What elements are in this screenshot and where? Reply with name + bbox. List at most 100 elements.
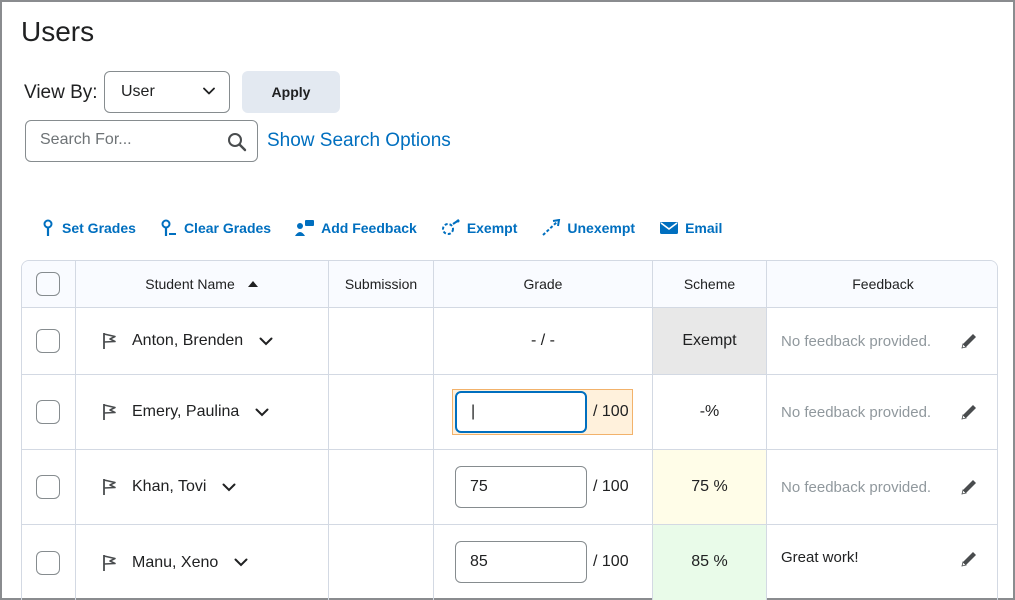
submission-cell bbox=[329, 308, 434, 374]
flag-icon[interactable] bbox=[102, 554, 118, 572]
grade-cell: - / - bbox=[434, 308, 653, 374]
grades-table: Student Name Submission Grade Scheme Fee… bbox=[21, 260, 998, 600]
search-input[interactable] bbox=[40, 131, 220, 149]
action-toolbar: Set Grades Clear Grades Add Feedback Exe… bbox=[40, 216, 746, 240]
unexempt-button[interactable]: Unexempt bbox=[541, 219, 635, 237]
header-feedback: Feedback bbox=[767, 261, 997, 307]
table-row: Manu, Xeno 85 / 100 85 % Great work! bbox=[22, 525, 997, 600]
header-grade: Grade bbox=[434, 261, 653, 307]
view-by-label: View By: bbox=[24, 82, 98, 103]
search-icon[interactable] bbox=[227, 132, 247, 152]
table-row: Emery, Paulina | / 100 -% No feedback pr… bbox=[22, 375, 997, 450]
pencil-icon[interactable] bbox=[959, 402, 979, 422]
view-by-selected: User bbox=[121, 83, 155, 100]
grade-input-value: 75 bbox=[470, 478, 488, 495]
feedback-cell: Great work! bbox=[767, 525, 997, 600]
clear-grades-label: Clear Grades bbox=[183, 220, 272, 236]
header-scheme-label: Scheme bbox=[683, 276, 736, 292]
row-select-cell bbox=[22, 375, 76, 449]
scheme-cell: 75 % bbox=[653, 450, 767, 524]
apply-button[interactable]: Apply bbox=[242, 71, 340, 113]
exempt-label: Exempt bbox=[466, 220, 518, 236]
unexempt-icon bbox=[542, 219, 561, 236]
student-name-cell: Manu, Xeno bbox=[76, 525, 329, 600]
feedback-text: Great work! bbox=[781, 549, 859, 566]
table-row: Anton, Brenden - / - Exempt No feedback … bbox=[22, 308, 997, 375]
feedback-cell: No feedback provided. bbox=[767, 308, 997, 374]
grade-text: - / - bbox=[531, 332, 555, 349]
chevron-down-icon[interactable] bbox=[255, 408, 269, 417]
sort-ascending-icon bbox=[247, 281, 258, 287]
scheme-cell: Exempt bbox=[653, 308, 767, 374]
view-by-select[interactable]: User bbox=[104, 71, 230, 113]
exempt-icon bbox=[441, 219, 460, 235]
submission-cell bbox=[329, 525, 434, 600]
search-box[interactable] bbox=[25, 120, 258, 162]
scheme-cell: -% bbox=[653, 375, 767, 449]
header-submission: Submission bbox=[329, 261, 434, 307]
grade-input[interactable]: 85 bbox=[455, 541, 587, 583]
grade-out-of: / 100 bbox=[593, 553, 629, 570]
pencil-icon[interactable] bbox=[959, 549, 979, 569]
set-grades-button[interactable]: Set Grades bbox=[40, 219, 136, 237]
row-checkbox[interactable] bbox=[36, 550, 60, 575]
grade-input-highlight: | / 100 bbox=[452, 389, 633, 435]
chevron-down-icon[interactable] bbox=[222, 483, 236, 492]
scheme-value: 85 % bbox=[691, 553, 728, 570]
submission-cell bbox=[329, 450, 434, 524]
pencil-icon[interactable] bbox=[959, 331, 979, 351]
exempt-button[interactable]: Exempt bbox=[441, 219, 518, 237]
row-checkbox[interactable] bbox=[36, 475, 60, 499]
grade-input-wrap: 85 / 100 bbox=[455, 541, 629, 583]
header-student-name[interactable]: Student Name bbox=[76, 261, 329, 307]
row-checkbox[interactable] bbox=[36, 329, 60, 353]
scheme-value: 75 % bbox=[691, 478, 728, 495]
student-name-cell: Khan, Tovi bbox=[76, 450, 329, 524]
row-select-cell bbox=[22, 450, 76, 524]
scheme-cell: 85 % bbox=[653, 525, 767, 600]
select-all-checkbox[interactable] bbox=[36, 272, 60, 296]
scheme-value: -% bbox=[699, 403, 720, 420]
feedback-text: No feedback provided. bbox=[781, 332, 932, 350]
row-select-cell bbox=[22, 525, 76, 600]
student-name[interactable]: Anton, Brenden bbox=[132, 332, 243, 350]
grade-cell: | / 100 bbox=[434, 375, 653, 449]
add-feedback-icon bbox=[295, 220, 315, 236]
flag-icon[interactable] bbox=[102, 478, 118, 496]
table-header-row: Student Name Submission Grade Scheme Fee… bbox=[22, 261, 997, 308]
table-row: Khan, Tovi 75 / 100 75 % No feedback pro… bbox=[22, 450, 997, 525]
header-scheme: Scheme bbox=[653, 261, 767, 307]
grade-input-wrap: 75 / 100 bbox=[455, 466, 629, 508]
grade-input-value: 85 bbox=[470, 553, 488, 570]
grade-input[interactable]: | bbox=[455, 391, 587, 433]
chevron-down-icon[interactable] bbox=[259, 337, 273, 346]
student-name[interactable]: Emery, Paulina bbox=[132, 403, 239, 421]
flag-icon[interactable] bbox=[102, 403, 118, 421]
grade-cell: 75 / 100 bbox=[434, 450, 653, 524]
scheme-value: Exempt bbox=[682, 332, 737, 349]
feedback-cell: No feedback provided. bbox=[767, 375, 997, 449]
grade-input[interactable]: 75 bbox=[455, 466, 587, 508]
grade-out-of: / 100 bbox=[593, 478, 629, 495]
email-icon bbox=[660, 222, 679, 234]
feedback-text: No feedback provided. bbox=[781, 403, 932, 421]
student-name[interactable]: Khan, Tovi bbox=[132, 478, 206, 496]
row-checkbox[interactable] bbox=[36, 400, 60, 424]
header-feedback-label: Feedback bbox=[852, 276, 914, 292]
header-student-name-label: Student Name bbox=[145, 276, 235, 292]
grade-out-of: / 100 bbox=[593, 403, 629, 420]
student-name-cell: Anton, Brenden bbox=[76, 308, 329, 374]
header-grade-label: Grade bbox=[523, 276, 563, 292]
feedback-text: No feedback provided. bbox=[781, 478, 932, 496]
pencil-icon[interactable] bbox=[959, 477, 979, 497]
row-select-cell bbox=[22, 308, 76, 374]
add-feedback-button[interactable]: Add Feedback bbox=[295, 219, 417, 237]
student-name[interactable]: Manu, Xeno bbox=[132, 554, 218, 572]
flag-icon[interactable] bbox=[102, 332, 118, 350]
show-search-options-link[interactable]: Show Search Options bbox=[267, 130, 451, 152]
clear-grades-button[interactable]: Clear Grades bbox=[160, 219, 271, 237]
add-feedback-label: Add Feedback bbox=[321, 220, 417, 236]
email-label: Email bbox=[685, 220, 723, 236]
chevron-down-icon[interactable] bbox=[234, 558, 248, 567]
email-button[interactable]: Email bbox=[659, 220, 722, 236]
